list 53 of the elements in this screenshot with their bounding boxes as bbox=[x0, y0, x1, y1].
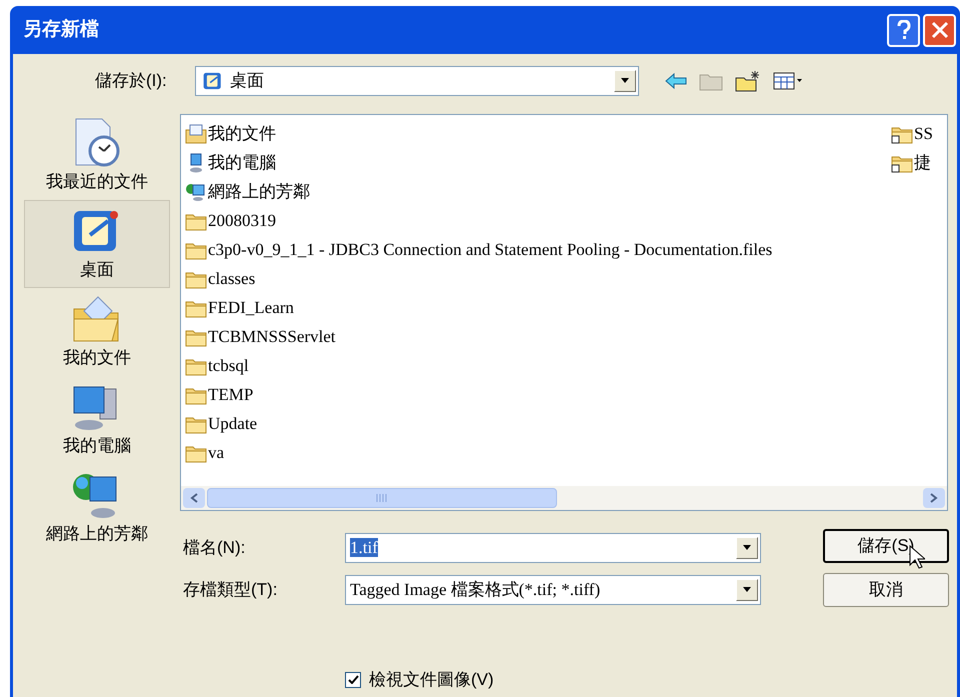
file-name[interactable]: SS bbox=[914, 120, 933, 146]
file-name[interactable]: c3p0-v0_9_1_1 - JDBC3 Connection and Statement Pooling - Documentation.files bbox=[208, 236, 772, 262]
file-name[interactable]: classes bbox=[208, 266, 256, 292]
new-folder-icon[interactable] bbox=[735, 70, 761, 92]
file-name[interactable]: 20080319 bbox=[208, 208, 276, 234]
help-icon bbox=[896, 20, 910, 40]
window-title: 另存新檔 bbox=[23, 18, 99, 42]
file-name[interactable]: TCBMNSSServlet bbox=[208, 324, 336, 350]
back-arrow-icon[interactable] bbox=[665, 73, 687, 89]
file-name-field[interactable]: 1.tif bbox=[345, 533, 761, 563]
preview-checkbox[interactable] bbox=[345, 672, 361, 688]
file-name[interactable]: 我的文件 bbox=[208, 120, 276, 146]
places-item[interactable]: 網路上的芳鄰 bbox=[24, 464, 170, 552]
file-name-value: 1.tif bbox=[350, 538, 378, 558]
dropdown-button[interactable] bbox=[614, 70, 636, 92]
file-name[interactable]: 網路上的芳鄰 bbox=[208, 178, 310, 204]
save-in-label: 儲存於(I): bbox=[95, 70, 168, 92]
document-folder-icon bbox=[185, 124, 207, 144]
scroll-right-button[interactable] bbox=[923, 488, 945, 508]
file-type-value: Tagged Image 檔案格式(*.tif; *.tiff) bbox=[350, 580, 600, 600]
close-button[interactable] bbox=[923, 14, 956, 46]
cancel-button[interactable]: 取消 bbox=[823, 573, 949, 607]
horizontal-scrollbar[interactable] bbox=[181, 486, 947, 510]
save-in-dropdown[interactable]: 桌面 bbox=[195, 66, 639, 96]
scroll-left-button[interactable] bbox=[183, 488, 205, 508]
dropdown-button[interactable] bbox=[736, 537, 758, 559]
file-name[interactable]: 捷 bbox=[914, 150, 931, 176]
network-icon bbox=[185, 182, 207, 202]
places-item[interactable]: 我的電腦 bbox=[24, 376, 170, 464]
grip-icon bbox=[376, 494, 388, 502]
help-button[interactable] bbox=[887, 14, 920, 46]
places-item[interactable]: 桌面 bbox=[24, 200, 170, 288]
file-name-label: 檔名(N): bbox=[183, 537, 246, 560]
file-name[interactable]: TEMP bbox=[208, 382, 254, 408]
checkmark-icon bbox=[348, 675, 358, 684]
view-menu-icon[interactable] bbox=[773, 71, 803, 91]
places-item[interactable]: 我最近的文件 bbox=[24, 112, 170, 200]
dropdown-button[interactable] bbox=[736, 579, 758, 601]
places-item[interactable]: 我的文件 bbox=[24, 288, 170, 376]
file-name[interactable]: 我的電腦 bbox=[208, 150, 276, 176]
save-in-value: 桌面 bbox=[230, 70, 265, 92]
file-name[interactable]: va bbox=[208, 440, 224, 466]
file-name[interactable]: Update bbox=[208, 410, 258, 436]
scroll-thumb[interactable] bbox=[207, 488, 557, 508]
file-name[interactable]: FEDI_Learn bbox=[208, 294, 294, 320]
close-icon bbox=[930, 21, 948, 39]
caret-icon bbox=[742, 545, 752, 551]
preview-label: 檢視文件圖像(V) bbox=[369, 669, 494, 691]
caret-icon bbox=[742, 587, 752, 593]
caret-icon bbox=[620, 78, 630, 84]
file-type-dropdown[interactable]: Tagged Image 檔案格式(*.tif; *.tiff) bbox=[345, 575, 761, 605]
file-type-label: 存檔類型(T): bbox=[183, 579, 278, 602]
file-name[interactable]: tcbsql bbox=[208, 352, 249, 378]
